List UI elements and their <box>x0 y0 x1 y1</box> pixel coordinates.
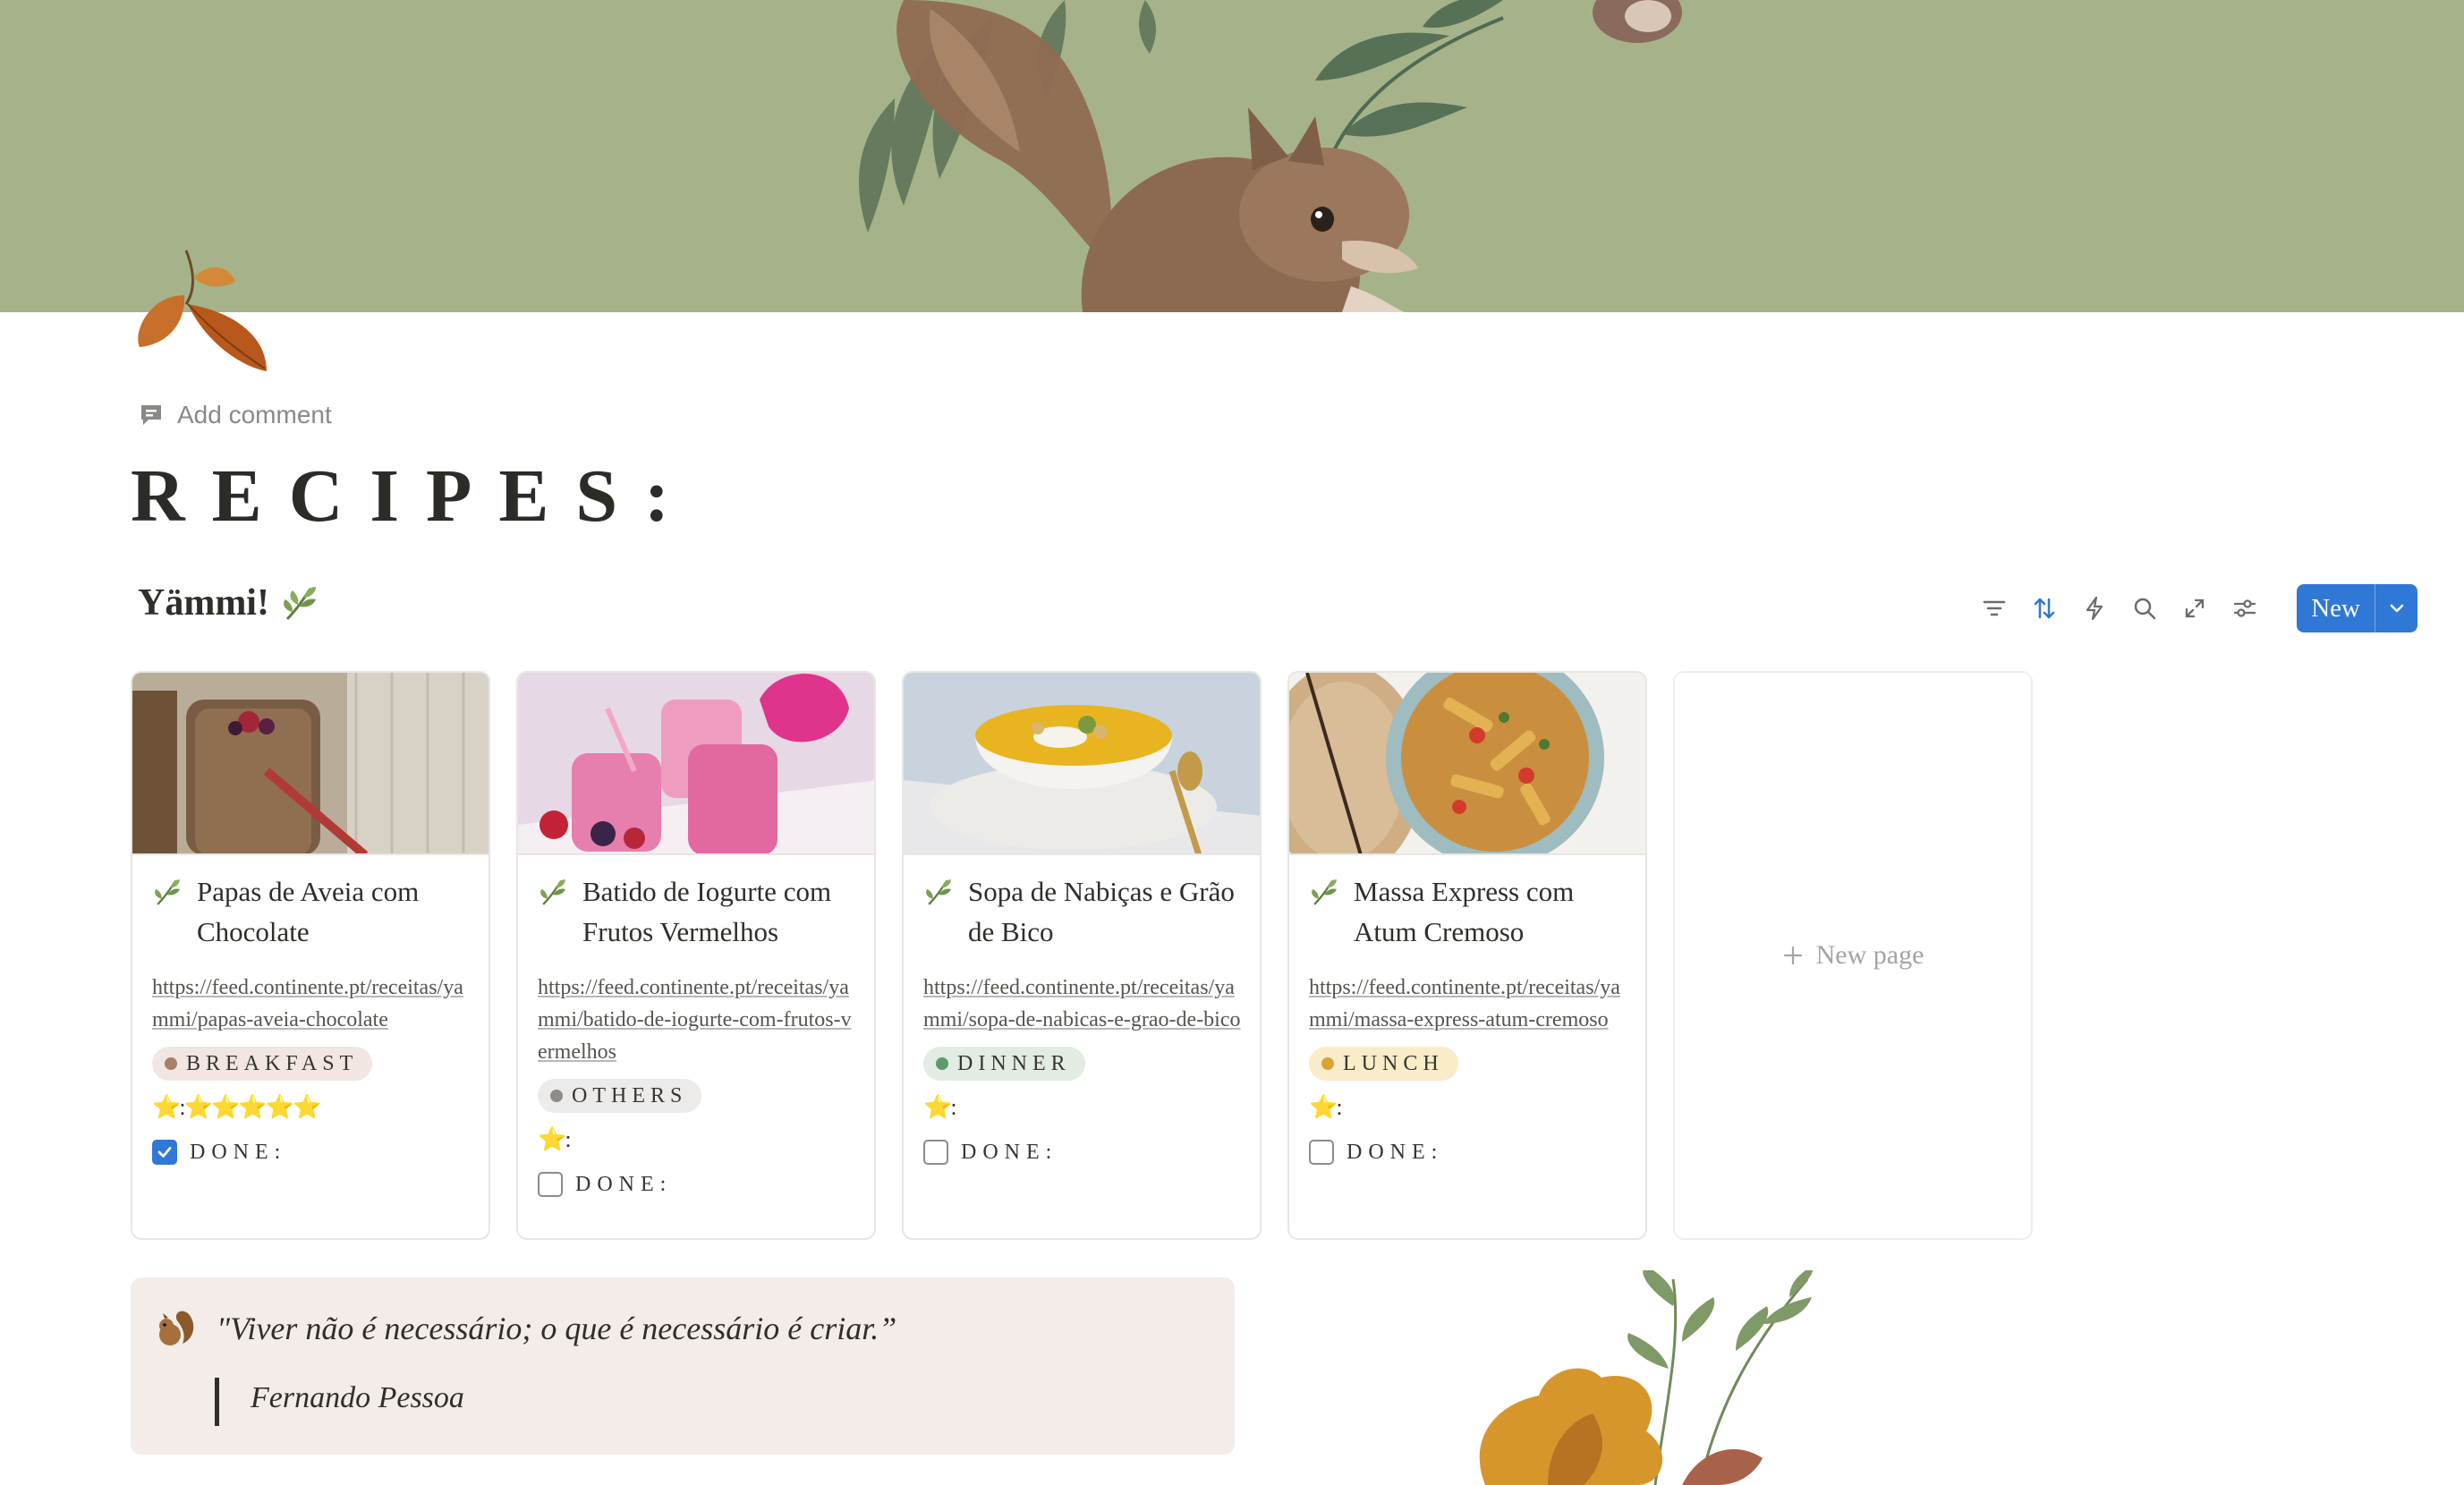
tag-dot <box>550 1090 563 1102</box>
squirrel-illustration <box>859 0 1682 312</box>
automation-icon[interactable] <box>2078 592 2111 624</box>
checkmark-icon <box>157 1147 172 1158</box>
done-label: DONE: <box>961 1140 1058 1164</box>
card-cover-image <box>1289 673 1645 855</box>
done-checkbox[interactable] <box>1309 1140 1334 1165</box>
database-toolbar: New <box>1978 584 2417 632</box>
quote-bar <box>215 1378 219 1426</box>
herb-icon <box>926 879 951 905</box>
chevron-down-icon <box>2390 604 2403 613</box>
sort-icon[interactable] <box>2028 592 2060 624</box>
herb-icon <box>284 587 316 621</box>
done-label: DONE: <box>1347 1140 1444 1164</box>
done-checkbox[interactable] <box>923 1140 948 1165</box>
autumn-leaves-icon[interactable] <box>132 242 285 376</box>
tag-dot <box>1321 1057 1334 1070</box>
card-cover-image <box>132 673 489 855</box>
new-dropdown-button[interactable] <box>2375 584 2417 632</box>
done-property: DONE: <box>923 1140 1242 1165</box>
card-url-link[interactable]: https://feed.continente.pt/receitas/yamm… <box>152 972 471 1036</box>
filter-icon[interactable] <box>1978 592 2010 624</box>
quote-text: "Viver não é necessário; o que é necessá… <box>217 1311 897 1346</box>
tag-dot <box>936 1057 948 1070</box>
herb-icon <box>155 879 180 905</box>
done-checkbox[interactable] <box>152 1140 177 1165</box>
category-label: OTHERS <box>572 1083 688 1107</box>
category-label: LUNCH <box>1343 1051 1444 1075</box>
card-title: Batido de Iogurte com Frutos Vermelhos <box>582 876 832 947</box>
comment-icon <box>141 405 161 425</box>
page-cover-image[interactable] <box>0 0 2464 312</box>
category-tag: OTHERS <box>538 1079 702 1113</box>
new-button-group: New <box>2297 584 2417 632</box>
done-property: DONE: <box>538 1172 856 1197</box>
quote-callout[interactable]: "Viver não é necessário; o que é necessá… <box>131 1277 1235 1455</box>
card-title: Sopa de Nabiças e Grão de Bico <box>968 876 1235 947</box>
card-title: Papas de Aveia com Chocolate <box>197 876 420 947</box>
category-tag: DINNER <box>923 1047 1085 1081</box>
card-cover-image <box>518 673 874 855</box>
star-rating: ⭐️: <box>1309 1094 1343 1120</box>
card-url-link[interactable]: https://feed.continente.pt/receitas/yamm… <box>923 972 1242 1036</box>
category-label: BREAKFAST <box>186 1051 359 1075</box>
quote-author: Fernando Pessoa <box>251 1381 464 1414</box>
herb-icon <box>540 879 565 905</box>
category-tag: LUNCH <box>1309 1047 1458 1081</box>
database-title-text: Yämmi! <box>138 582 269 624</box>
settings-icon[interactable] <box>2229 592 2261 624</box>
done-checkbox[interactable] <box>538 1172 563 1197</box>
card-cover-image <box>904 673 1260 855</box>
new-button[interactable]: New <box>2297 584 2375 632</box>
tag-dot <box>165 1057 177 1070</box>
done-property: DONE: <box>152 1140 471 1165</box>
star-rating: ⭐️: <box>538 1126 572 1152</box>
card-title: Massa Express com Atum Cremoso <box>1354 876 1575 947</box>
done-label: DONE: <box>190 1140 287 1164</box>
category-label: DINNER <box>957 1051 1071 1075</box>
star-rating: ⭐️:⭐️⭐️⭐️⭐️⭐️ <box>152 1094 321 1120</box>
squirrel-icon <box>159 1311 194 1345</box>
add-comment-button[interactable]: Add comment <box>138 401 332 429</box>
card-url-link[interactable]: https://feed.continente.pt/receitas/yamm… <box>538 972 856 1068</box>
search-icon[interactable] <box>2128 592 2161 624</box>
herb-icon <box>1312 879 1337 905</box>
decorative-leaves-image <box>1479 1270 1814 1485</box>
gallery-card-sopa-de-nabicas[interactable]: Sopa de Nabiças e Grão de Bico https://f… <box>902 671 1262 1240</box>
gallery-card-batido-de-iogurte[interactable]: Batido de Iogurte com Frutos Vermelhos h… <box>516 671 876 1240</box>
card-url-link[interactable]: https://feed.continente.pt/receitas/yamm… <box>1309 972 1627 1036</box>
gallery-card-massa-express[interactable]: Massa Express com Atum Cremoso https://f… <box>1287 671 1647 1240</box>
plus-icon <box>1783 946 1802 965</box>
database-title[interactable]: Yämmi! <box>138 581 319 624</box>
gallery-card-papas-de-aveia[interactable]: Papas de Aveia com Chocolate https://fee… <box>131 671 490 1240</box>
category-tag: BREAKFAST <box>152 1047 373 1081</box>
done-label: DONE: <box>575 1172 673 1196</box>
star-rating: ⭐️: <box>923 1094 957 1120</box>
done-property: DONE: <box>1309 1140 1627 1165</box>
expand-icon[interactable] <box>2179 592 2211 624</box>
new-page-card[interactable]: New page <box>1673 671 2033 1240</box>
add-comment-label: Add comment <box>177 401 332 429</box>
new-page-label: New page <box>1815 940 1924 970</box>
page-title[interactable]: RECIPES: <box>131 447 696 546</box>
